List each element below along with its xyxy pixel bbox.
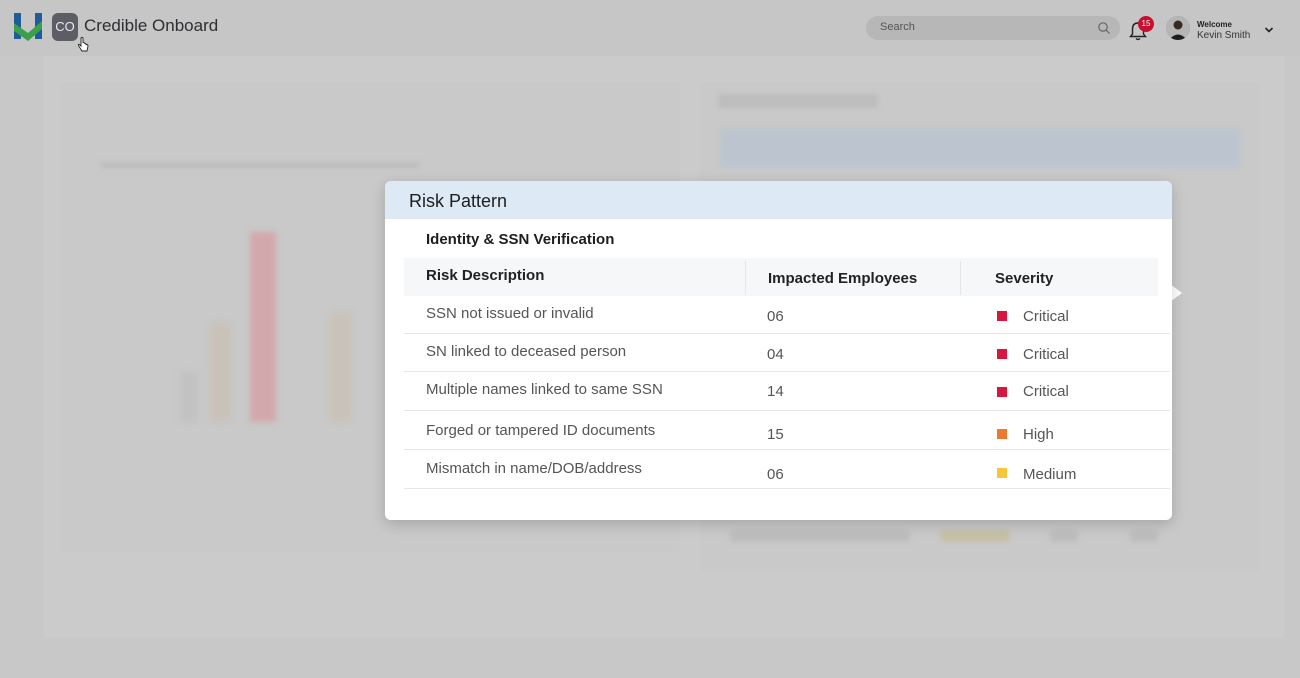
risk-description: SSN not issued or invalid <box>426 305 594 322</box>
table-row[interactable]: SN linked to deceased person 04 Critical <box>404 334 1170 372</box>
severity-label: Critical <box>1023 383 1069 400</box>
impacted-employees: 04 <box>767 346 784 363</box>
risk-description: Multiple names linked to same SSN <box>426 381 663 398</box>
severity-indicator-icon <box>997 311 1007 321</box>
severity-label: Medium <box>1023 466 1077 483</box>
impacted-employees: 06 <box>767 466 784 483</box>
impacted-employees: 06 <box>767 308 784 325</box>
app-name: Credible Onboard <box>84 16 219 35</box>
section-title: Identity & SSN Verification <box>426 231 615 248</box>
column-divider <box>745 261 746 295</box>
user-name: Kevin Smith <box>1197 30 1251 41</box>
popover-title: Risk Pattern <box>409 191 508 211</box>
avatar[interactable] <box>1166 16 1190 40</box>
column-divider <box>960 261 961 295</box>
column-header-impacted-employees: Impacted Employees <box>768 270 918 287</box>
severity-label: High <box>1023 426 1054 443</box>
chevron-down-icon[interactable] <box>1264 26 1274 34</box>
hand-cursor-icon <box>77 37 89 52</box>
table-row[interactable]: Forged or tampered ID documents 15 High <box>404 412 1170 450</box>
company-logo-icon <box>14 13 42 41</box>
column-header-risk-description: Risk Description <box>426 267 545 284</box>
severity-indicator-icon <box>997 387 1007 397</box>
search-icon[interactable] <box>1097 21 1111 35</box>
blurred-heading <box>718 94 878 108</box>
blurred-table-header <box>720 128 1240 168</box>
table-row[interactable]: SSN not issued or invalid 06 Critical <box>404 296 1170 334</box>
impacted-employees: 15 <box>767 426 784 443</box>
severity-label: Critical <box>1023 346 1069 363</box>
blurred-bar <box>250 232 276 422</box>
popover-header: Risk Pattern <box>385 181 1172 219</box>
blurred-row <box>730 530 910 542</box>
user-avatar-icon <box>1166 16 1190 40</box>
severity-indicator-icon <box>997 349 1007 359</box>
severity-label: Critical <box>1023 308 1069 325</box>
blurred-row <box>1130 530 1158 542</box>
app-badge[interactable]: CO <box>52 13 78 41</box>
welcome-label: Welcome <box>1197 20 1232 29</box>
table-header: Risk Description Impacted Employees Seve… <box>404 258 1158 296</box>
search-placeholder: Search <box>880 21 915 33</box>
risk-description: Forged or tampered ID documents <box>426 422 656 439</box>
blurred-bar <box>330 312 352 422</box>
table-row[interactable]: Multiple names linked to same SSN 14 Cri… <box>404 373 1170 411</box>
severity-indicator-icon <box>997 468 1007 478</box>
blurred-bar <box>180 372 198 422</box>
top-bar: CO Credible Onboard Search 15 Welcome Ke… <box>0 0 1300 56</box>
table-row[interactable]: Mismatch in name/DOB/address 06 Medium <box>404 451 1170 489</box>
risk-description: SN linked to deceased person <box>426 343 627 360</box>
blurred-row <box>1050 530 1078 542</box>
blurred-row <box>940 530 1010 542</box>
severity-indicator-icon <box>997 429 1007 439</box>
search-input[interactable]: Search <box>866 16 1120 40</box>
notification-badge: 15 <box>1138 16 1154 32</box>
impacted-employees: 14 <box>767 383 784 400</box>
blurred-heading <box>100 162 420 168</box>
blurred-bar <box>210 322 232 422</box>
risk-description: Mismatch in name/DOB/address <box>426 460 642 477</box>
risk-pattern-popover: Risk Pattern Identity & SSN Verification… <box>385 181 1172 520</box>
column-header-severity: Severity <box>995 270 1054 287</box>
